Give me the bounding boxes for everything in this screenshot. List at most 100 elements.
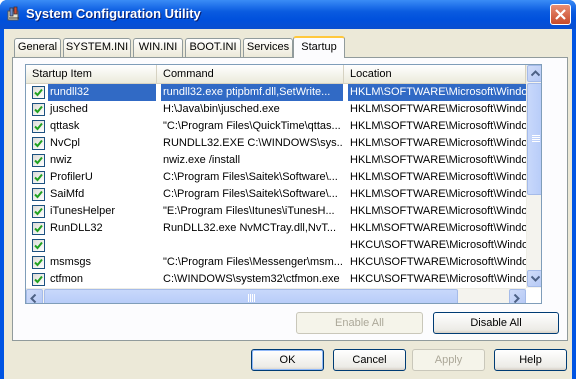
startup-item-name <box>48 237 156 254</box>
startup-tab-panel: Startup Item Command Location rundll32 ru… <box>12 57 568 341</box>
table-row[interactable]: RunDLL32 RunDLL32.exe NvMCTray.dll,NvT...… <box>26 220 526 237</box>
window-title: System Configuration Utility <box>26 6 201 21</box>
scroll-left-button[interactable] <box>26 289 43 303</box>
check-icon <box>34 258 43 267</box>
startup-item-location: HKCU\SOFTWARE\Microsoft\Windows\ <box>350 256 526 268</box>
startup-checkbox[interactable] <box>32 256 45 269</box>
table-row[interactable]: SaiMfd C:\Program Files\Saitek\Software\.… <box>26 186 526 203</box>
startup-item-name: msmsgs <box>50 256 91 268</box>
grip-icon <box>532 135 540 142</box>
startup-checkbox[interactable] <box>32 137 45 150</box>
vertical-scroll-thumb[interactable] <box>527 83 541 195</box>
startup-item-location: HKLM\SOFTWARE\Microsoft\Windows\ <box>350 103 526 115</box>
startup-checkbox[interactable] <box>32 239 45 252</box>
table-row[interactable]: ctfmon C:\WINDOWS\system32\ctfmon.exe HKCU… <box>26 271 526 288</box>
table-row[interactable]: rundll32 rundll32.exe ptipbmf.dll,SetWrit… <box>26 84 526 101</box>
column-header-command[interactable]: Command <box>157 65 344 84</box>
table-row[interactable]: jusched H:\Java\bin\jusched.exe HKLM\SOFTW… <box>26 101 526 118</box>
tab-win-ini[interactable]: WIN.INI <box>133 38 183 57</box>
table-row[interactable]: msmsgs "C:\Program Files\Messenger\msm...… <box>26 254 526 271</box>
scroll-down-button[interactable] <box>527 270 541 287</box>
help-button[interactable]: Help <box>494 349 567 371</box>
table-row[interactable]: NvCpl RUNDLL32.EXE C:\WINDOWS\sys... HKLM\… <box>26 135 526 152</box>
horizontal-scrollbar[interactable] <box>26 288 526 303</box>
startup-item-location: HKLM\SOFTWARE\Microsoft\Windows\ <box>350 154 526 166</box>
table-row[interactable]: HKCU\SOFTWARE\Microsoft\Windows\ <box>26 237 526 254</box>
enable-all-button[interactable]: Enable All <box>296 312 423 334</box>
tab-boot-ini[interactable]: BOOT.INI <box>185 38 241 57</box>
title-bar[interactable]: System Configuration Utility <box>0 0 576 29</box>
startup-checkbox[interactable] <box>32 120 45 133</box>
startup-item-command: nwiz.exe /install <box>163 154 241 166</box>
startup-checkbox[interactable] <box>32 103 45 116</box>
close-button[interactable] <box>550 4 571 25</box>
startup-item-name: qttask <box>50 120 80 132</box>
startup-item-location: HKLM\SOFTWARE\Microsoft\Windows\ <box>350 137 526 149</box>
check-icon <box>34 105 43 114</box>
horizontal-scroll-thumb[interactable] <box>44 289 458 303</box>
check-icon <box>34 156 43 165</box>
column-header-startup-item[interactable]: Startup Item <box>26 65 157 84</box>
startup-item-command: RUNDLL32.EXE C:\WINDOWS\sys... <box>163 137 343 149</box>
dialog-client-area: General SYSTEM.INI WIN.INI BOOT.INI Serv… <box>4 29 572 379</box>
grip-icon <box>248 294 255 302</box>
apply-button[interactable]: Apply <box>412 349 485 371</box>
ok-button[interactable]: OK <box>251 349 324 371</box>
startup-item-name: RunDLL32 <box>50 222 103 234</box>
tab-startup[interactable]: Startup <box>293 36 345 58</box>
list-header: Startup Item Command Location <box>26 65 526 84</box>
check-icon <box>34 275 43 284</box>
table-row[interactable]: qttask "C:\Program Files\QuickTime\qttas.… <box>26 118 526 135</box>
startup-item-command <box>161 237 343 254</box>
startup-item-command: RunDLL32.exe NvMCTray.dll,NvT... <box>163 222 336 234</box>
startup-item-location: HKLM\SOFTWARE\Microsoft\Windows\ <box>350 222 526 234</box>
startup-checkbox[interactable] <box>32 188 45 201</box>
scroll-right-button[interactable] <box>509 289 526 303</box>
check-icon <box>34 173 43 182</box>
startup-checkbox[interactable] <box>32 273 45 286</box>
tab-system-ini[interactable]: SYSTEM.INI <box>63 38 131 57</box>
startup-item-command: rundll32.exe ptipbmf.dll,SetWrite... <box>161 84 343 101</box>
system-config-icon <box>6 6 22 22</box>
startup-item-location: HKLM\SOFTWARE\Microsoft\Windows\ <box>350 188 526 200</box>
table-row[interactable]: nwiz nwiz.exe /install HKLM\SOFTWARE\Micro… <box>26 152 526 169</box>
startup-item-name: NvCpl <box>50 137 80 149</box>
dialog-window: System Configuration Utility General SYS… <box>0 0 576 379</box>
startup-item-name: ProfilerU <box>50 171 93 183</box>
startup-checkbox[interactable] <box>32 205 45 218</box>
startup-item-command: H:\Java\bin\jusched.exe <box>163 103 280 115</box>
scroll-up-button[interactable] <box>527 65 541 82</box>
column-header-location[interactable]: Location <box>344 65 526 84</box>
startup-item-location: HKCU\SOFTWARE\Microsoft\Windows\ <box>350 273 526 285</box>
disable-all-button[interactable]: Disable All <box>433 312 559 334</box>
close-icon <box>555 9 566 20</box>
startup-items-list[interactable]: Startup Item Command Location rundll32 ru… <box>25 64 542 304</box>
startup-item-location: HKLM\SOFTWARE\Microsoft\Windows\ <box>350 205 526 217</box>
cancel-button[interactable]: Cancel <box>333 349 406 371</box>
table-row[interactable]: iTunesHelper "E:\Program Files\Itunes\iTu… <box>26 203 526 220</box>
check-icon <box>34 88 43 97</box>
startup-item-location: HKLM\SOFTWARE\Microsoft\Windows\ <box>350 171 526 183</box>
tab-services[interactable]: Services <box>243 38 293 57</box>
arrow-down-icon <box>531 275 540 282</box>
arrow-left-icon <box>30 294 37 303</box>
startup-item-command: C:\Program Files\Saitek\Software\... <box>163 171 338 183</box>
check-icon <box>34 122 43 131</box>
startup-checkbox[interactable] <box>32 154 45 167</box>
startup-item-name: ctfmon <box>50 273 84 285</box>
startup-checkbox[interactable] <box>32 86 45 99</box>
check-icon <box>34 190 43 199</box>
startup-item-location: HKLM\SOFTWARE\Microsoft\Windows\ <box>348 84 526 101</box>
tab-general[interactable]: General <box>14 38 61 57</box>
startup-item-command: "C:\Program Files\QuickTime\qttas... <box>163 120 341 132</box>
startup-checkbox[interactable] <box>32 222 45 235</box>
startup-checkbox[interactable] <box>32 171 45 184</box>
table-row[interactable]: ProfilerU C:\Program Files\Saitek\Softwar… <box>26 169 526 186</box>
check-icon <box>34 224 43 233</box>
startup-item-command: C:\Program Files\Saitek\Software\... <box>163 188 338 200</box>
startup-item-location: HKCU\SOFTWARE\Microsoft\Windows\ <box>350 239 526 251</box>
startup-item-name: iTunesHelper <box>50 205 116 217</box>
startup-item-location: HKLM\SOFTWARE\Microsoft\Windows\ <box>350 120 526 132</box>
vertical-scrollbar[interactable] <box>526 65 541 288</box>
check-icon <box>34 241 43 250</box>
